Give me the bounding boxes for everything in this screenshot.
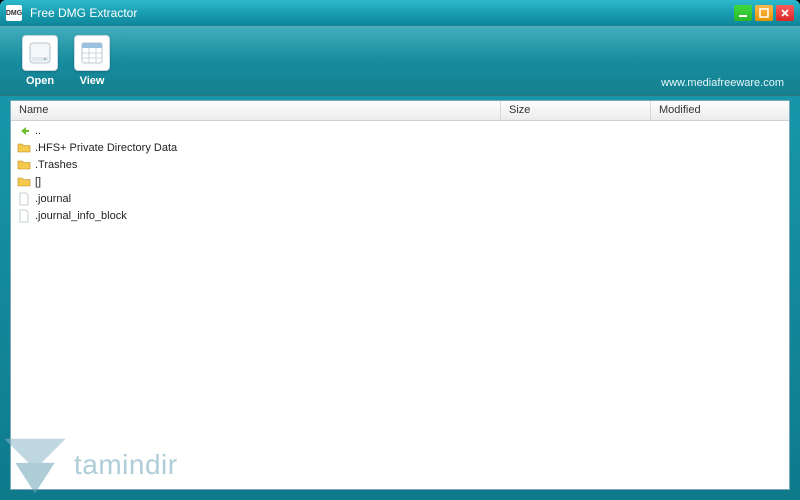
window-controls <box>734 5 794 21</box>
titlebar[interactable]: DMG Free DMG Extractor <box>0 0 800 26</box>
window-title: Free DMG Extractor <box>30 6 734 20</box>
list-item[interactable]: .journal_info_block <box>11 207 789 224</box>
content-area: Name Size Modified .. .HFS+ Private Direc… <box>0 96 800 500</box>
file-icon <box>17 192 31 206</box>
column-modified[interactable]: Modified <box>651 101 789 120</box>
close-icon <box>780 8 790 18</box>
back-icon <box>17 124 31 138</box>
item-name: .Trashes <box>35 159 77 171</box>
grid-icon <box>74 35 110 71</box>
list-item[interactable]: .HFS+ Private Directory Data <box>11 139 789 156</box>
item-name: .HFS+ Private Directory Data <box>35 142 177 154</box>
file-icon <box>17 209 31 223</box>
folder-icon <box>17 175 31 189</box>
column-name[interactable]: Name <box>11 101 501 120</box>
list-item[interactable]: [] <box>11 173 789 190</box>
disk-icon <box>22 35 58 71</box>
folder-icon <box>17 158 31 172</box>
item-name: .. <box>35 125 41 137</box>
open-label: Open <box>26 75 54 87</box>
listview-header: Name Size Modified <box>11 101 789 121</box>
app-window: DMG Free DMG Extractor Open View <box>0 0 800 500</box>
toolbar: Open View www.mediafreeware.com <box>0 26 800 96</box>
view-button[interactable]: View <box>66 31 118 91</box>
maximize-icon <box>759 8 769 18</box>
folder-icon <box>17 141 31 155</box>
app-icon: DMG <box>6 5 22 21</box>
maximize-button[interactable] <box>755 5 773 21</box>
item-name: [] <box>35 176 41 188</box>
list-item[interactable]: .. <box>11 122 789 139</box>
open-button[interactable]: Open <box>14 31 66 91</box>
close-button[interactable] <box>776 5 794 21</box>
item-name: .journal_info_block <box>35 210 127 222</box>
listview-body: .. .HFS+ Private Directory Data .Trashes []… <box>11 121 789 489</box>
list-item[interactable]: .journal <box>11 190 789 207</box>
view-label: View <box>80 75 105 87</box>
website-link[interactable]: www.mediafreeware.com <box>661 77 784 89</box>
column-size[interactable]: Size <box>501 101 651 120</box>
minimize-button[interactable] <box>734 5 752 21</box>
file-listview[interactable]: Name Size Modified .. .HFS+ Private Direc… <box>10 100 790 490</box>
list-item[interactable]: .Trashes <box>11 156 789 173</box>
item-name: .journal <box>35 193 71 205</box>
minimize-icon <box>738 8 748 18</box>
